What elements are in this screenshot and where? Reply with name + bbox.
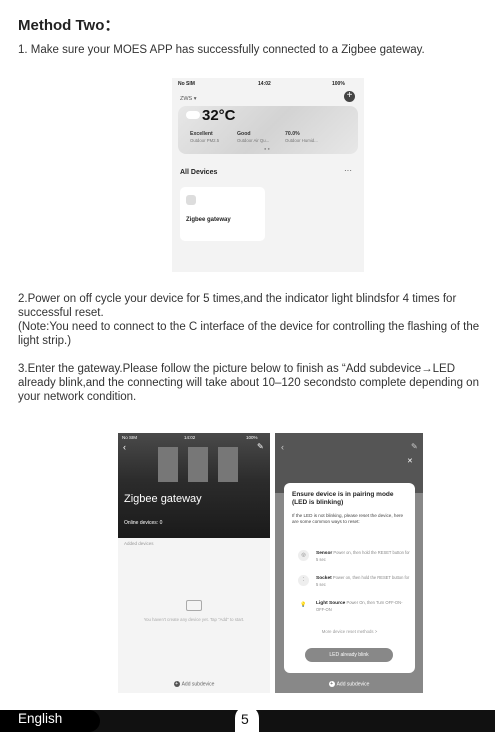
page-number: 5: [241, 711, 249, 727]
online-devices-count: Online devices: 0: [124, 520, 163, 526]
led-already-blink-button[interactable]: LED already blink: [305, 648, 393, 662]
window-shape: [158, 447, 178, 482]
edit-icon[interactable]: ✎: [257, 442, 264, 451]
phone-screenshot-home: No SIM 14:02 100% ZWS ▾ + 32°C Excellent…: [172, 78, 364, 272]
more-reset-methods-link[interactable]: More device reset methods >: [292, 629, 407, 634]
add-subdevice-label: Add subdevice: [181, 681, 215, 688]
gateway-title: Zigbee gateway: [124, 493, 202, 505]
plus-icon: +: [328, 681, 335, 687]
step-2-text: 2.Power on off cycle your device for 5 t…: [18, 293, 457, 319]
step-3-text: 3.Enter the gateway.Please follow the pi…: [18, 363, 479, 403]
method-name: Light Source: [316, 601, 346, 606]
add-subdevice-button[interactable]: + Add subdevice: [118, 681, 270, 687]
add-device-icon[interactable]: +: [344, 91, 355, 102]
gateway-icon: [186, 195, 196, 205]
weather-value: Excellent: [190, 131, 213, 137]
weather-value: 70.0%: [285, 131, 300, 137]
plus-icon: +: [173, 681, 180, 687]
edit-icon[interactable]: ✎: [411, 442, 418, 451]
method-name: Socket: [316, 576, 332, 581]
method-name: Sensor: [316, 551, 333, 556]
battery-label: 100%: [332, 81, 345, 87]
language-label: English: [18, 711, 63, 726]
cloud-icon: [186, 111, 200, 119]
back-icon[interactable]: ‹: [281, 442, 284, 452]
carrier-label: No SIM: [122, 435, 138, 440]
weather-value: Good: [237, 131, 251, 137]
step-1-text: 1. Make sure your MOES APP has successfu…: [18, 44, 425, 56]
home-selector[interactable]: ZWS ▾: [180, 96, 197, 102]
section-title: Method Two：: [18, 17, 120, 34]
clock-label: 14:02: [258, 81, 271, 87]
modal-title: Ensure device is in pairing mode (LED is…: [292, 491, 394, 506]
weather-label: Outdoor PM2.5: [190, 138, 220, 143]
all-devices-heading: All Devices: [180, 169, 218, 176]
modal-description: If the LED is not blinking, please reset…: [292, 513, 404, 524]
empty-box-icon: [186, 600, 202, 611]
temperature-value: 32°C: [202, 107, 236, 124]
weather-label: Outdoor Air Qu...: [237, 138, 270, 143]
socket-icon: ⁚: [298, 575, 309, 586]
battery-label: 100%: [246, 435, 258, 440]
window-shape: [188, 447, 208, 482]
back-icon[interactable]: ‹: [123, 442, 126, 452]
bulb-icon: 💡: [298, 600, 309, 611]
phone-screenshot-gateway: No SIM 14:02 100% ‹ ✎ Zigbee gateway Onl…: [118, 433, 270, 693]
sensor-icon: ◎: [298, 550, 309, 561]
more-icon[interactable]: ···: [344, 166, 352, 175]
carrier-label: No SIM: [178, 81, 195, 87]
carousel-dots: ● ●: [264, 146, 270, 151]
clock-label: 14:02: [184, 435, 196, 440]
weather-label: Outdoor Humid...: [285, 138, 318, 143]
phone-screenshot-pairing: ‹ ✎ ✕ Ensure device is in pairing mode (…: [275, 433, 423, 693]
add-subdevice-label: Add subdevice: [336, 681, 370, 688]
device-name: Zigbee gateway: [186, 217, 231, 223]
added-devices-label: Added devices: [124, 541, 154, 546]
step-2-note: (Note:You need to connect to the C inter…: [18, 321, 480, 347]
window-shape: [218, 447, 238, 482]
close-icon[interactable]: ✕: [407, 457, 413, 465]
empty-state-text: You haven't create any device yet. Tap "…: [143, 617, 245, 622]
add-subdevice-button[interactable]: + Add subdevice: [275, 681, 423, 687]
